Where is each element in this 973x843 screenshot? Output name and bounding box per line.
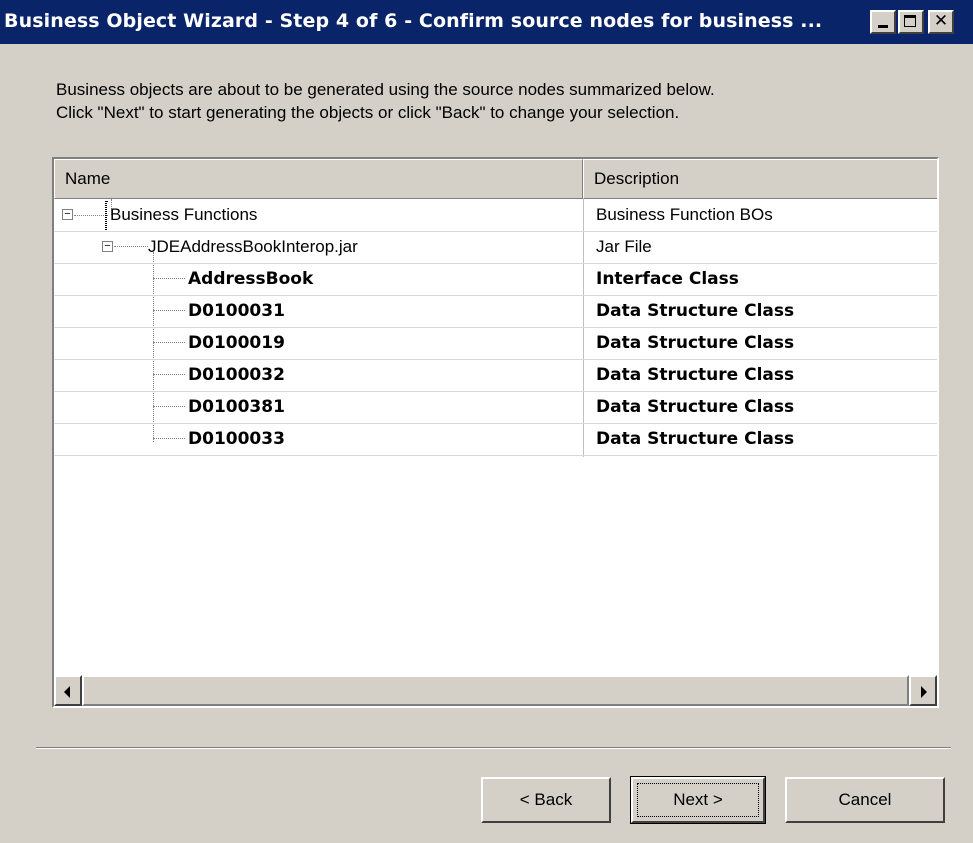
tree-node-label[interactable]: AddressBook [188, 269, 313, 289]
window-title: Business Object Wizard - Step 4 of 6 - C… [4, 10, 823, 32]
collapse-minus-icon[interactable]: − [102, 241, 113, 252]
tree-node-description: Interface Class [596, 269, 739, 289]
close-icon: ✕ [933, 11, 949, 31]
intro-line-2: Click "Next" to start generating the obj… [56, 103, 680, 122]
collapse-minus-icon[interactable]: − [62, 209, 73, 220]
close-button[interactable]: ✕ [928, 10, 954, 34]
focus-indicator [637, 783, 759, 817]
arrow-right-icon [921, 686, 927, 698]
tree-row[interactable]: D0100032 Data Structure Class [54, 360, 937, 391]
intro-line-1: Business objects are about to be generat… [56, 80, 715, 99]
minimize-icon [878, 25, 888, 28]
maximize-icon [904, 15, 916, 27]
tree-node-description: Data Structure Class [596, 301, 795, 321]
tree-node-label[interactable]: D0100032 [188, 365, 285, 385]
focus-indicator [105, 201, 107, 232]
tree-node-description: Data Structure Class [596, 333, 795, 353]
tree-node-label[interactable]: JDEAddressBookInterop.jar [148, 237, 358, 257]
tree-node-description: Data Structure Class [596, 365, 795, 385]
button-separator [36, 747, 951, 749]
cancel-button[interactable]: Cancel [785, 777, 945, 823]
tree-row[interactable]: D0100031 Data Structure Class [54, 296, 937, 327]
tree-node-label[interactable]: D0100031 [188, 301, 285, 321]
tree-row[interactable]: D0100381 Data Structure Class [54, 392, 937, 423]
arrow-left-icon [64, 686, 70, 698]
tree-node-description: Jar File [596, 237, 652, 256]
tree-node-label[interactable]: D0100019 [188, 333, 285, 353]
tree-node-description: Data Structure Class [596, 397, 795, 417]
column-header-description[interactable]: Description [583, 159, 937, 199]
scroll-left-button[interactable] [54, 675, 82, 706]
intro-text: Business objects are about to be generat… [56, 78, 715, 124]
tree-node-label[interactable]: D0100381 [188, 397, 285, 417]
wizard-window: Business Object Wizard - Step 4 of 6 - C… [0, 0, 973, 843]
minimize-button[interactable] [870, 10, 896, 34]
tree-row[interactable]: D0100033 Data Structure Class [54, 424, 937, 455]
tree-node-description: Business Function BOs [596, 205, 773, 224]
tree-row[interactable]: AddressBook Interface Class [54, 264, 937, 295]
tree-node-label[interactable]: D0100033 [188, 429, 285, 449]
tree-row[interactable]: D0100019 Data Structure Class [54, 328, 937, 359]
row-divider [54, 455, 937, 456]
back-button[interactable]: < Back [481, 777, 611, 823]
column-header-name[interactable]: Name [54, 159, 583, 199]
scrollbar-thumb[interactable] [82, 675, 909, 706]
tree-row[interactable]: − JDEAddressBookInterop.jar Jar File [54, 232, 937, 263]
horizontal-scrollbar[interactable] [54, 675, 937, 706]
next-button[interactable]: Next > [630, 776, 766, 824]
source-nodes-tree[interactable]: Name Description − Business Functions Bu… [52, 157, 939, 708]
tree-node-description: Data Structure Class [596, 429, 795, 449]
tree-node-label[interactable]: Business Functions [110, 205, 257, 225]
maximize-button[interactable] [898, 10, 924, 34]
title-bar[interactable]: Business Object Wizard - Step 4 of 6 - C… [0, 0, 973, 44]
tree-row[interactable]: − Business Functions Business Function B… [54, 200, 937, 232]
scroll-right-button[interactable] [909, 675, 937, 706]
